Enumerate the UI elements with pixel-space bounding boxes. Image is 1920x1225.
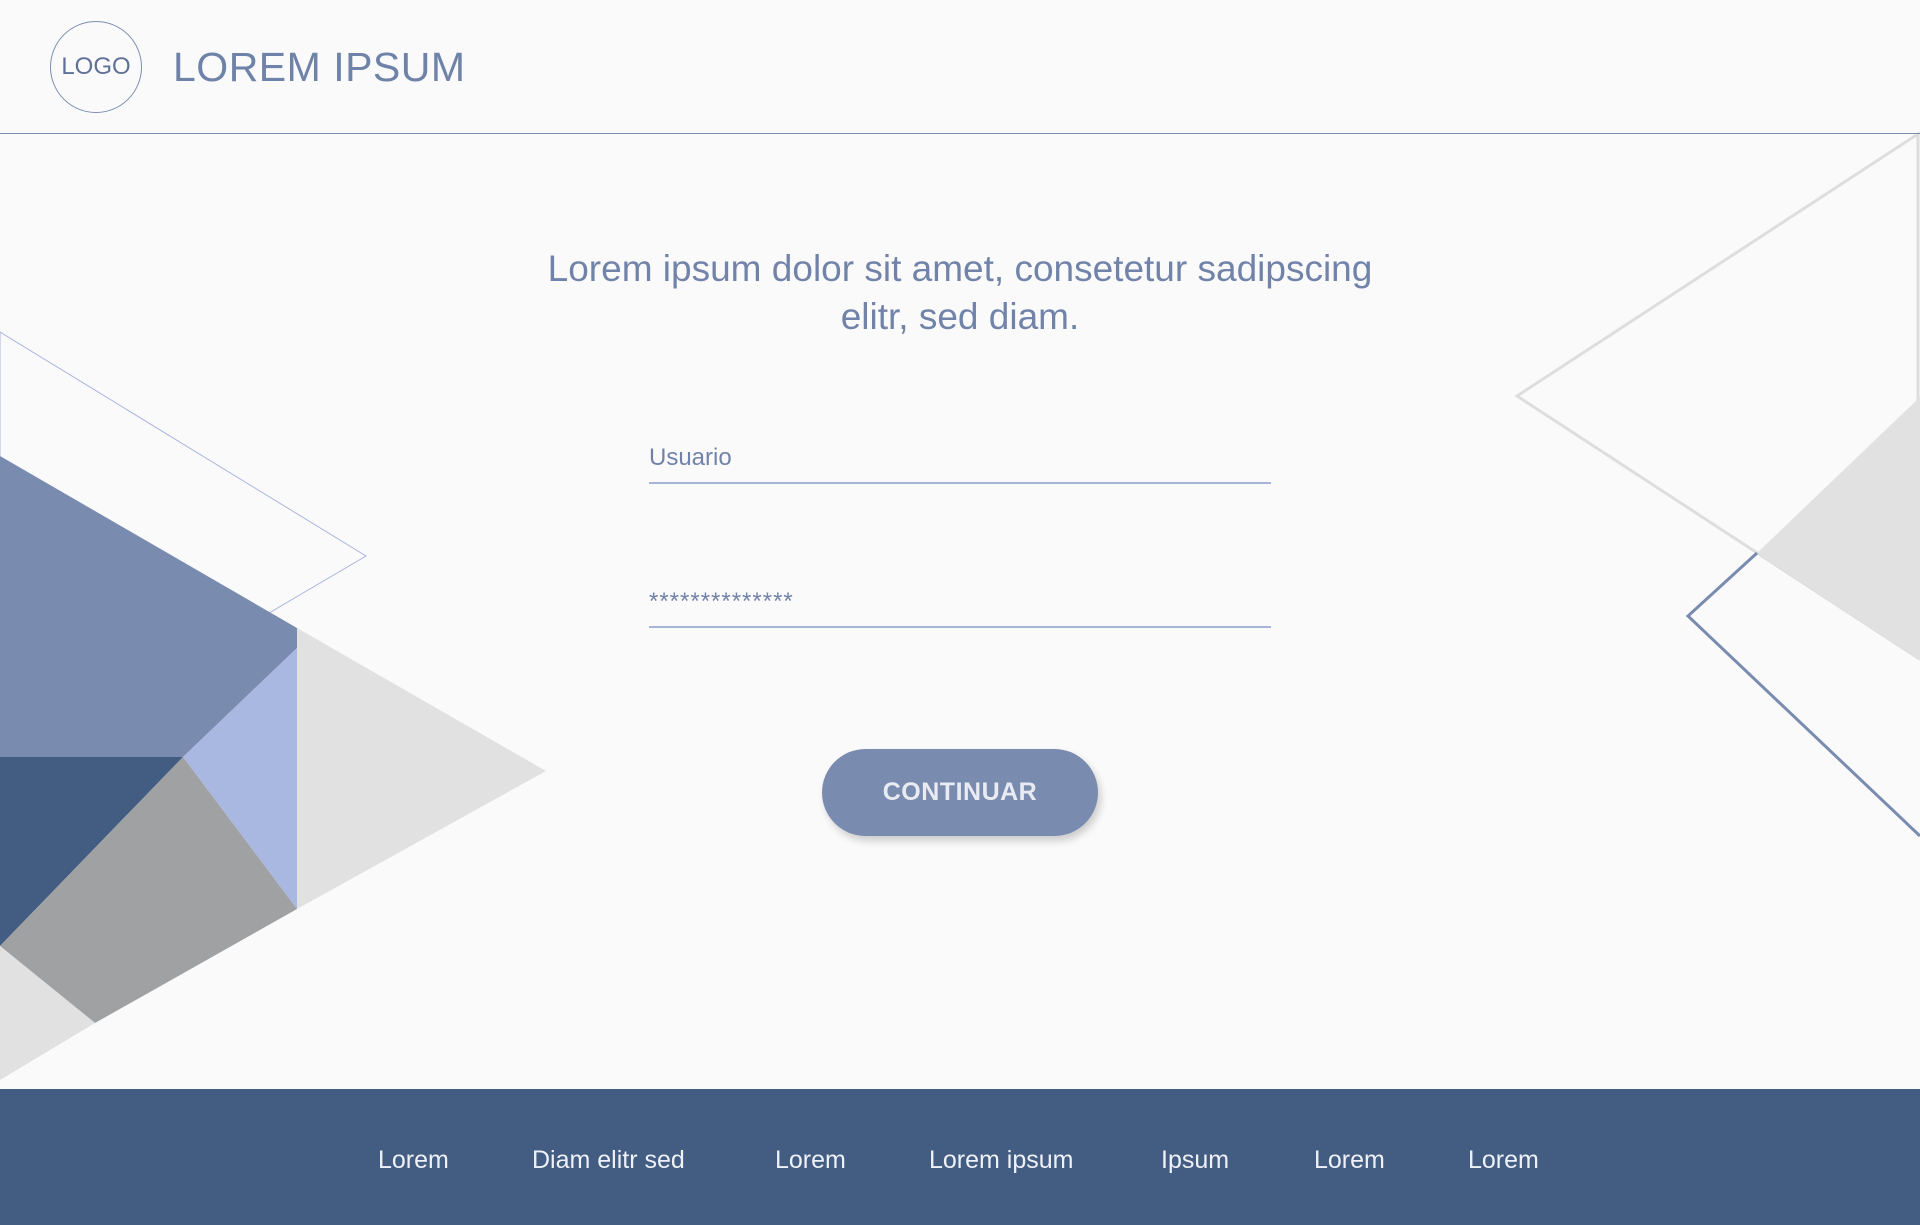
headline-line-2: elitr, sed diam. — [840, 296, 1080, 337]
logo-label: LOGO — [61, 53, 131, 80]
page-header: LOGO LOREM IPSUM — [0, 0, 1920, 134]
footer-link-4[interactable]: Lorem ipsum — [929, 1146, 1074, 1175]
username-input[interactable] — [649, 440, 1271, 484]
footer-link-1[interactable]: Lorem — [378, 1146, 449, 1175]
page-headline: Lorem ipsum dolor sit amet, consetetur s… — [460, 245, 1460, 341]
brand-title: LOREM IPSUM — [173, 44, 466, 90]
light-gray-triangle-left — [297, 628, 546, 909]
password-input[interactable] — [649, 584, 1271, 628]
page-footer: Lorem Diam elitr sed Lorem Lorem ipsum I… — [0, 1089, 1920, 1225]
footer-link-5[interactable]: Ipsum — [1161, 1146, 1229, 1175]
footer-link-2[interactable]: Diam elitr sed — [532, 1146, 685, 1175]
footer-link-7[interactable]: Lorem — [1468, 1146, 1539, 1175]
light-gray-triangle-right — [1757, 397, 1920, 660]
footer-link-6[interactable]: Lorem — [1314, 1146, 1385, 1175]
continue-button[interactable]: CONTINUAR — [822, 749, 1098, 836]
logo[interactable]: LOGO — [50, 21, 142, 113]
headline-line-1: Lorem ipsum dolor sit amet, consetetur s… — [547, 248, 1373, 289]
footer-link-3[interactable]: Lorem — [775, 1146, 846, 1175]
